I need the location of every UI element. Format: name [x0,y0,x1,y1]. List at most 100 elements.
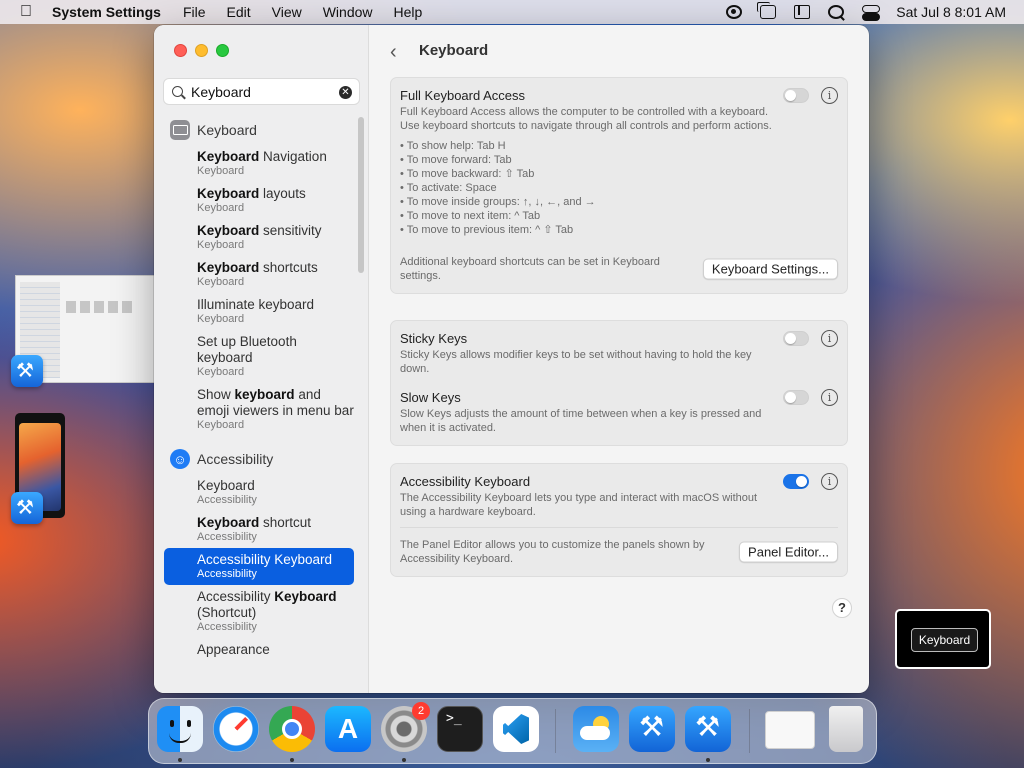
result-keyboard-sensitivity[interactable]: Keyboard sensitivity Keyboard [164,219,354,256]
result-section: Keyboard [197,313,245,325]
full-keyboard-access-toggle[interactable] [783,88,809,103]
simulator-icon[interactable] [685,706,731,752]
minimize-window-button[interactable] [195,44,208,57]
result-bluetooth-keyboard[interactable]: Set up Bluetooth keyboard Keyboard [164,330,354,383]
notification-badge: 2 [412,702,430,720]
search-field[interactable]: ✕ [163,78,360,105]
result-section: Accessibility [197,621,257,633]
menu-file[interactable]: File [183,4,206,20]
info-icon[interactable]: i [821,330,838,347]
result-accessibility-keyboard-shortcut[interactable]: Accessibility Keyboard (Shortcut) Access… [164,585,354,638]
control-center-icon[interactable] [862,5,881,21]
weather-icon[interactable] [573,706,619,752]
result-accessibility-keyboard-plain[interactable]: Keyboard Accessibility [164,474,354,511]
slow-keys-toggle[interactable] [783,390,809,405]
zoom-window-button[interactable] [216,44,229,57]
dock-separator [555,709,556,753]
menu-help[interactable]: Help [394,4,423,20]
shortcut-item: • To show help: Tab H [400,140,506,152]
result-appearance[interactable]: Appearance [164,638,354,662]
result-label: layouts [259,186,306,201]
result-label: shortcuts [259,260,318,275]
safari-icon[interactable] [213,706,259,752]
result-keyboard-shortcut[interactable]: Keyboard shortcut Accessibility [164,511,354,548]
finder-icon[interactable] [157,706,203,752]
shortcut-item: • To move inside groups: ↑, ↓, ←, and → [400,196,596,208]
result-category-keyboard[interactable]: Keyboard [164,115,354,145]
result-label: Accessibility [197,589,275,604]
sticky-keys-row: Sticky Keys Sticky Keys allows modifier … [391,321,847,384]
menu-bar-clock[interactable]: Sat Jul 8 8:01 AM [896,4,1006,20]
dock [148,698,877,764]
full-keyboard-access-row: Full Keyboard Access Full Keyboard Acces… [391,78,847,245]
system-settings-window: ✕ Keyboard Keyboard Navigation Keyboard … [154,25,869,693]
help-button[interactable]: ? [832,598,852,618]
app-store-icon[interactable] [325,706,371,752]
terminal-icon[interactable] [437,706,483,752]
result-section: Keyboard [197,419,245,431]
keyboard-viewer-hud[interactable]: Keyboard [895,609,991,669]
shortcut-item: • To move forward: Tab [400,154,512,166]
menu-bar:  System Settings File Edit View Window … [0,0,1024,24]
sticky-keys-toggle[interactable] [783,331,809,346]
menu-app-name[interactable]: System Settings [52,4,161,20]
user-icon[interactable] [726,5,743,19]
accessibility-icon: ☺ [170,449,190,469]
result-label: Accessibility Keyboard [197,552,333,567]
result-label: Show [197,387,235,402]
panel-editor-button[interactable]: Panel Editor... [739,541,838,563]
running-indicator [402,758,406,762]
xcode-icon[interactable] [629,706,675,752]
apple-menu-icon[interactable]:  [0,3,52,21]
trash-icon[interactable] [829,706,863,752]
result-keyboard-navigation[interactable]: Keyboard Navigation Keyboard [164,145,354,182]
info-icon[interactable]: i [821,389,838,406]
result-illuminate-keyboard[interactable]: Illuminate keyboard Keyboard [164,293,354,330]
sidebar-toggle-icon[interactable] [794,5,811,19]
result-accessibility-keyboard-selected[interactable]: Accessibility Keyboard Accessibility [164,548,354,585]
menu-edit[interactable]: Edit [227,4,251,20]
spotlight-search-icon[interactable] [828,5,845,19]
sidebar-scrollbar[interactable] [358,117,364,273]
result-section: Keyboard [197,276,245,288]
sidebar: ✕ Keyboard Keyboard Navigation Keyboard … [154,25,369,693]
result-keyboard-layouts[interactable]: Keyboard layouts Keyboard [164,182,354,219]
row-title: Accessibility Keyboard [400,474,531,489]
menu-view[interactable]: View [272,4,302,20]
info-icon[interactable]: i [821,87,838,104]
accessibility-keyboard-toggle[interactable] [783,474,809,489]
close-window-button[interactable] [174,44,187,57]
shortcut-list: • To show help: Tab H • To move forward:… [400,139,837,237]
clear-search-icon[interactable]: ✕ [339,86,352,99]
result-match: keyboard [234,387,295,402]
vscode-icon[interactable] [493,706,539,752]
back-chevron-icon[interactable]: ‹ [390,41,397,64]
row-description: Sticky Keys allows modifier keys to be s… [400,349,752,375]
shortcut-item: • To activate: Space [400,182,497,194]
info-icon[interactable]: i [821,473,838,490]
result-section: Accessibility [197,494,257,506]
result-label: Keyboard [197,478,255,493]
result-keyboard-shortcuts[interactable]: Keyboard shortcuts Keyboard [164,256,354,293]
keyboard-settings-button[interactable]: Keyboard Settings... [702,258,838,280]
running-indicator [706,758,710,762]
search-icon [172,86,183,97]
result-keyboard-emoji-viewers[interactable]: Show keyboard and emoji viewers in menu … [164,383,354,436]
result-label: Illuminate keyboard [197,297,315,312]
accessibility-keyboard-row: Accessibility Keyboard The Accessibility… [391,464,847,527]
result-category-accessibility[interactable]: ☺ Accessibility [164,444,354,474]
panel-editor-row: The Panel Editor allows you to customize… [391,528,847,576]
result-section: Keyboard [197,165,245,177]
search-input[interactable] [191,83,331,100]
window-switcher-icon[interactable] [757,2,777,19]
chrome-icon[interactable] [269,706,315,752]
document-preview-icon[interactable] [765,711,815,749]
result-match: Keyboard [197,223,260,238]
search-results: Keyboard Keyboard Navigation Keyboard Ke… [164,115,354,662]
shortcut-item: • To move backward: ⇧ Tab [400,168,535,180]
result-match: Keyboard [197,515,260,530]
keyboard-settings-row: Additional keyboard shortcuts can be set… [391,245,847,293]
menu-window[interactable]: Window [323,4,373,20]
full-keyboard-access-card: Full Keyboard Access Full Keyboard Acces… [390,77,848,294]
result-match: Keyboard [197,260,260,275]
